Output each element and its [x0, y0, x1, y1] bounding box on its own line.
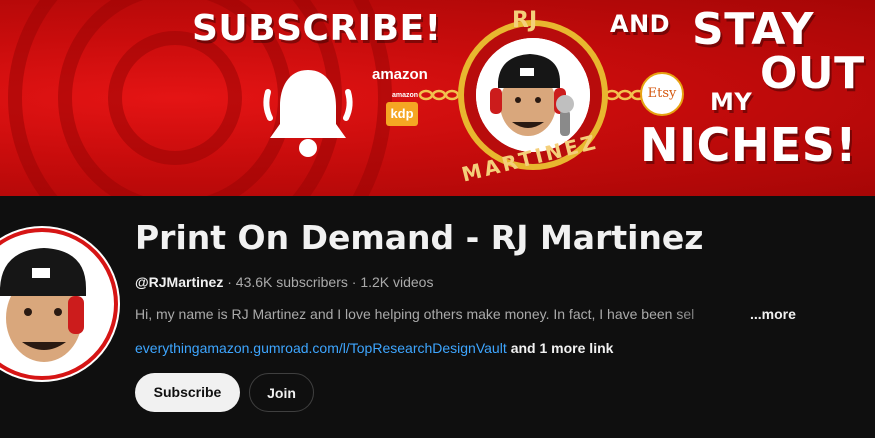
more-links-button[interactable]: and 1 more link — [511, 340, 614, 356]
channel-avatar[interactable] — [0, 226, 120, 382]
banner-niches-text: NICHES! — [640, 118, 857, 172]
video-count: 1.2K videos — [360, 274, 434, 290]
amazon-small-text: amazon — [392, 92, 419, 99]
banner-subscribe-text: SUBSCRIBE! — [192, 8, 442, 49]
join-button[interactable]: Join — [249, 373, 314, 412]
description-more-link[interactable]: ...more — [750, 306, 796, 322]
etsy-logo: Etsy — [640, 72, 684, 116]
channel-links: everythingamazon.gumroad.com/l/TopResear… — [135, 340, 613, 356]
channel-external-link[interactable]: everythingamazon.gumroad.com/l/TopResear… — [135, 340, 507, 356]
chain-icon — [418, 89, 460, 101]
bell-icon — [263, 70, 353, 157]
meta-separator: · — [223, 274, 236, 290]
banner-out-text: OUT — [760, 48, 865, 99]
channel-description[interactable]: Hi, my name is RJ Martinez and I love he… — [135, 306, 745, 322]
amazon-logo-text: amazon — [372, 66, 428, 83]
channel-title: Print On Demand - RJ Martinez — [135, 218, 704, 257]
channel-banner: SUBSCRIBE! AND STAY OUT MY NICHES! amazo… — [0, 0, 875, 196]
channel-handle: @RJMartinez — [135, 274, 224, 290]
banner-my-text: MY — [710, 88, 753, 116]
avatar-caricature-icon — [0, 228, 118, 380]
subscribe-button[interactable]: Subscribe — [135, 373, 240, 412]
ring-top-label: RJ — [512, 8, 538, 33]
banner-and-text: AND — [610, 10, 671, 38]
kdp-logo: kdp — [386, 102, 418, 126]
meta-separator: · — [347, 274, 361, 290]
subscriber-count: 43.6K subscribers — [235, 274, 348, 290]
channel-meta: @RJMartinez · 43.6K subscribers · 1.2K v… — [135, 274, 433, 290]
